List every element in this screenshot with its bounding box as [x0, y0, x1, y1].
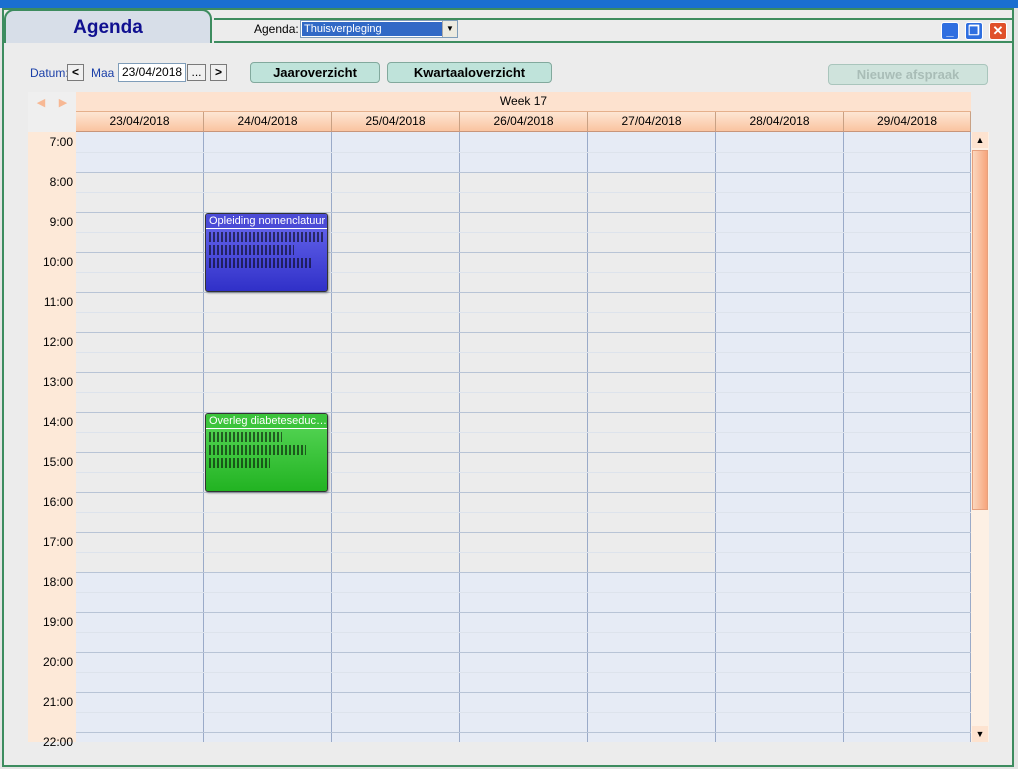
time-label: 17:00 — [42, 535, 73, 549]
day-column[interactable] — [588, 132, 716, 742]
half-hour-line — [76, 552, 971, 553]
prev-button[interactable]: < — [67, 64, 84, 81]
time-label: 18:00 — [42, 575, 73, 589]
appointment-details-redacted — [209, 458, 270, 468]
appointment-details-redacted — [209, 432, 282, 442]
half-hour-line — [76, 592, 971, 593]
half-hour-line — [76, 152, 971, 153]
hour-line — [76, 372, 971, 373]
scroll-up-icon[interactable]: ▲ — [972, 132, 988, 148]
appointment-details-redacted — [209, 245, 294, 255]
appointment-details-redacted — [209, 232, 324, 242]
hour-line — [76, 652, 971, 653]
appointment-title: Opleiding nomenclatuur — [206, 214, 327, 229]
day-header[interactable]: 24/04/2018 — [204, 112, 332, 132]
hour-line — [76, 612, 971, 613]
day-column[interactable] — [332, 132, 460, 742]
quarter-overview-button[interactable]: Kwartaaloverzicht — [387, 62, 552, 83]
calendar: ◀ ▶ Week 17 23/04/2018 24/04/2018 25/04/… — [28, 92, 989, 749]
off-hours-shade — [332, 572, 459, 742]
appointment-details-redacted — [209, 258, 312, 268]
calendar-grid[interactable]: Opleiding nomenclatuur Overleg diabetese… — [76, 132, 971, 742]
off-hours-shade — [588, 572, 715, 742]
day-column[interactable] — [716, 132, 844, 742]
off-hours-shade — [460, 572, 587, 742]
agenda-tab[interactable]: Agenda — [4, 9, 212, 43]
half-hour-line — [76, 712, 971, 713]
time-label: 8:00 — [49, 175, 73, 189]
next-week-icon[interactable]: ▶ — [56, 96, 70, 110]
off-hours-shade — [844, 132, 970, 742]
time-label: 7:00 — [49, 135, 73, 149]
day-header[interactable]: 27/04/2018 — [588, 112, 716, 132]
date-input[interactable]: 23/04/2018 — [118, 63, 186, 82]
scroll-down-icon[interactable]: ▼ — [972, 726, 988, 742]
half-hour-line — [76, 632, 971, 633]
day-column[interactable] — [76, 132, 204, 742]
chevron-down-icon[interactable]: ▼ — [442, 21, 457, 37]
new-appointment-button[interactable]: Nieuwe afspraak — [828, 64, 988, 85]
day-column[interactable] — [844, 132, 971, 742]
agenda-select-value: Thuisverpleging — [302, 22, 442, 36]
time-label: 14:00 — [42, 415, 73, 429]
hour-line — [76, 692, 971, 693]
agenda-label: Agenda: — [254, 22, 299, 36]
off-hours-shade — [204, 572, 331, 742]
vertical-scrollbar[interactable]: ▲ ▼ — [971, 132, 989, 742]
restore-button[interactable]: ❐ — [965, 22, 983, 40]
half-hour-line — [76, 312, 971, 313]
time-label: 15:00 — [42, 455, 73, 469]
appointment-details-redacted — [209, 445, 306, 455]
half-hour-line — [76, 192, 971, 193]
view-mode-label: Maa — [91, 66, 115, 80]
half-hour-line — [76, 392, 971, 393]
close-button[interactable]: ✕ — [989, 22, 1007, 40]
hour-line — [76, 292, 971, 293]
hour-line — [76, 492, 971, 493]
half-hour-line — [76, 512, 971, 513]
time-label: 22:00 — [42, 735, 73, 749]
week-header: Week 17 — [76, 92, 971, 112]
time-label: 13:00 — [42, 375, 73, 389]
time-label: 21:00 — [42, 695, 73, 709]
off-hours-shade — [76, 572, 203, 742]
appointment[interactable]: Overleg diabeteseduc… — [205, 413, 328, 492]
half-hour-line — [76, 352, 971, 353]
time-label: 20:00 — [42, 655, 73, 669]
time-label: 10:00 — [42, 255, 73, 269]
day-header[interactable]: 28/04/2018 — [716, 112, 844, 132]
datum-label: Datum: — [30, 66, 69, 80]
title-bar-strip — [0, 0, 1018, 8]
prev-week-icon[interactable]: ◀ — [34, 96, 48, 110]
half-hour-line — [76, 672, 971, 673]
scroll-thumb[interactable] — [972, 150, 988, 510]
hour-line — [76, 332, 971, 333]
next-button[interactable]: > — [210, 64, 227, 81]
nav-cell: ◀ ▶ — [28, 92, 76, 132]
date-picker-button[interactable]: ... — [187, 64, 206, 81]
hour-line — [76, 532, 971, 533]
off-hours-shade — [716, 132, 843, 742]
time-label: 12:00 — [42, 335, 73, 349]
day-header[interactable]: 29/04/2018 — [844, 112, 971, 132]
day-header[interactable]: 25/04/2018 — [332, 112, 460, 132]
time-label: 16:00 — [42, 495, 73, 509]
day-column[interactable] — [460, 132, 588, 742]
year-overview-button[interactable]: Jaaroverzicht — [250, 62, 380, 83]
day-header[interactable]: 23/04/2018 — [76, 112, 204, 132]
hour-line — [76, 572, 971, 573]
minimize-button[interactable]: _ — [941, 22, 959, 40]
day-header[interactable]: 26/04/2018 — [460, 112, 588, 132]
hour-line — [76, 732, 971, 733]
hour-line — [76, 172, 971, 173]
time-label: 11:00 — [43, 295, 73, 309]
agenda-select[interactable]: Thuisverpleging ▼ — [300, 20, 458, 38]
appointment[interactable]: Opleiding nomenclatuur — [205, 213, 328, 292]
time-label: 19:00 — [42, 615, 73, 629]
appointment-title: Overleg diabeteseduc… — [206, 414, 327, 429]
time-label: 9:00 — [49, 215, 73, 229]
time-column: 7:00 8:00 9:00 10:00 11:00 12:00 13:00 1… — [28, 132, 76, 749]
